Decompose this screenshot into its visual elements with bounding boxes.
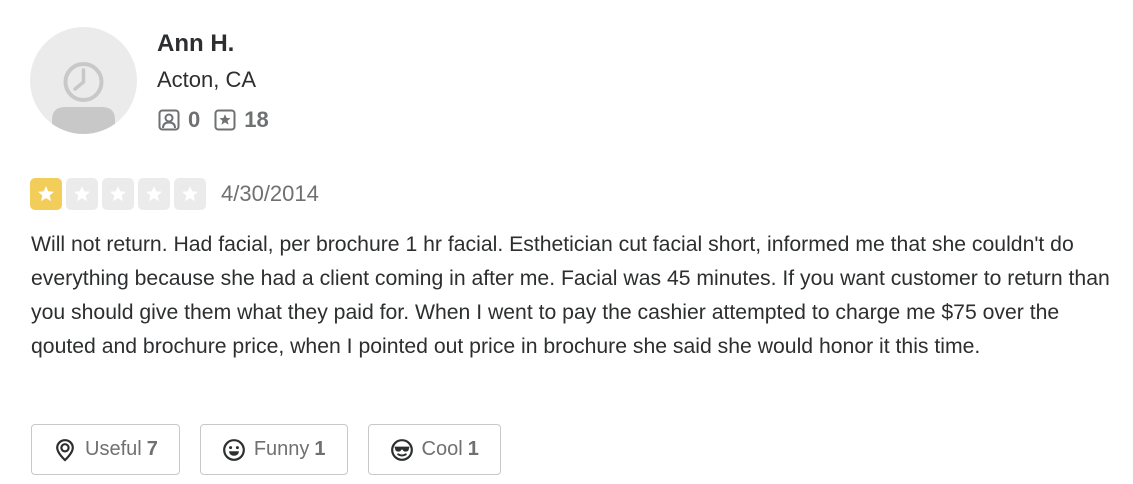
useful-button[interactable]: Useful 7 — [31, 424, 180, 475]
default-user-avatar-icon — [52, 62, 115, 134]
useful-count: 7 — [146, 438, 158, 460]
star-rating — [30, 177, 210, 210]
star-icon — [182, 185, 198, 201]
sunglasses-icon — [390, 438, 414, 462]
review-card: Ann H. Acton, CA 0 18 4/30/2014 Will not… — [0, 0, 1133, 484]
review-date: 4/30/2014 — [221, 180, 319, 206]
cool-count: 1 — [467, 438, 479, 460]
reviews-star-icon — [213, 108, 237, 132]
star-icon — [110, 185, 126, 201]
friends-count: 0 — [188, 107, 201, 132]
star-icon — [74, 185, 90, 201]
cool-label: Cool — [421, 438, 463, 460]
cool-button[interactable]: Cool 1 — [367, 424, 501, 475]
star-2 — [66, 177, 98, 210]
smile-icon — [222, 438, 246, 462]
friends-icon — [157, 108, 181, 132]
reviewer-name[interactable]: Ann H. — [157, 28, 234, 60]
star-3 — [102, 177, 134, 210]
star-4 — [138, 177, 170, 210]
star-icon — [146, 185, 162, 201]
avatar[interactable] — [30, 27, 137, 134]
reviews-stat: 18 — [213, 107, 269, 133]
funny-count: 1 — [314, 438, 326, 460]
friends-stat: 0 — [157, 107, 200, 133]
star-5 — [174, 177, 206, 210]
useful-label: Useful — [85, 438, 142, 460]
lightbulb-icon — [53, 438, 77, 462]
reaction-buttons: Useful 7 Funny 1 Cool 1 — [31, 424, 521, 475]
reviewer-stats: 0 18 — [157, 104, 282, 136]
funny-label: Funny — [253, 438, 310, 460]
star-1 — [30, 177, 62, 210]
star-icon — [38, 185, 54, 201]
reviewer-location: Acton, CA — [157, 67, 257, 92]
review-text: Will not return. Had facial, per brochur… — [31, 233, 1110, 358]
rating-row: 4/30/2014 — [30, 176, 319, 211]
funny-button[interactable]: Funny 1 — [199, 424, 348, 475]
reviews-count: 18 — [244, 107, 269, 132]
